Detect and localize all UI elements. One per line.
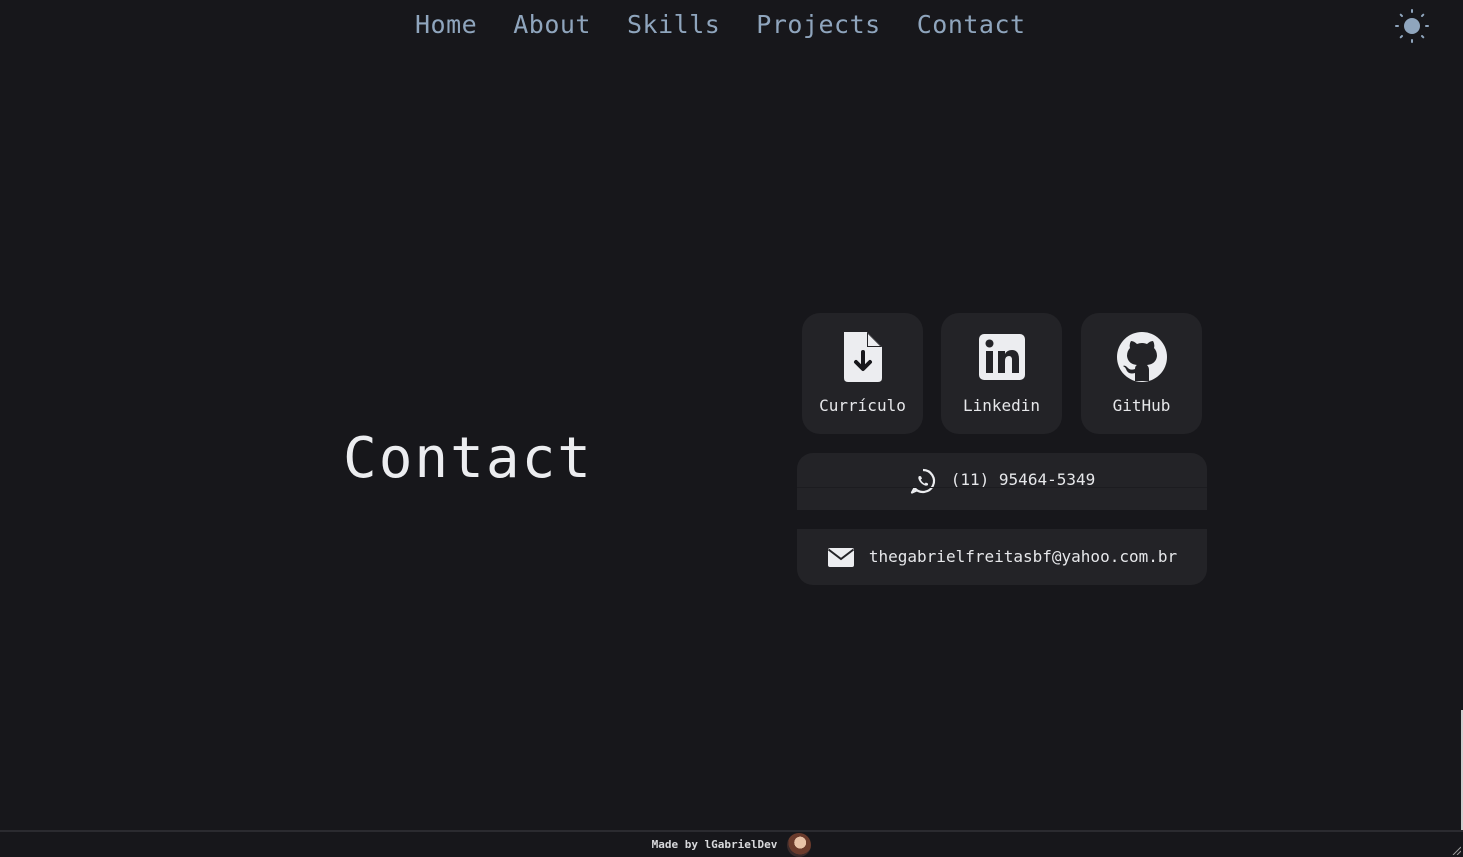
phone-number: (11) 95464-5349 bbox=[950, 469, 1096, 489]
curriculo-label: Currículo bbox=[819, 396, 906, 415]
linkedin-card[interactable]: Linkedin bbox=[941, 313, 1062, 434]
sun-icon bbox=[1395, 9, 1429, 43]
file-download-icon bbox=[837, 331, 889, 383]
nav-link-projects[interactable]: Projects bbox=[738, 8, 898, 42]
github-icon bbox=[1116, 331, 1168, 383]
whatsapp-row-content: (11) 95464-5349 bbox=[797, 452, 1207, 510]
envelope-icon bbox=[827, 548, 854, 567]
theme-toggle-button[interactable] bbox=[1394, 8, 1430, 44]
whatsapp-row[interactable]: (11) 95464-5349 bbox=[797, 453, 1207, 510]
avatar[interactable] bbox=[787, 832, 812, 857]
linkedin-icon bbox=[976, 331, 1028, 383]
curriculo-card[interactable]: Currículo bbox=[802, 313, 923, 434]
nav-links: Home About Skills Projects Contact bbox=[397, 8, 1044, 42]
nav-link-about[interactable]: About bbox=[495, 8, 609, 42]
email-row-content: thegabrielfreitasbf@yahoo.com.br bbox=[797, 529, 1207, 585]
nav-link-skills[interactable]: Skills bbox=[609, 8, 738, 42]
contact-heading: Contact bbox=[343, 426, 594, 491]
github-card[interactable]: GitHub bbox=[1081, 313, 1202, 434]
footer-credit: Made by lGabrielDev bbox=[651, 838, 778, 851]
github-label: GitHub bbox=[1112, 396, 1171, 415]
email-address: thegabrielfreitasbf@yahoo.com.br bbox=[868, 547, 1178, 566]
email-row[interactable]: thegabrielfreitasbf@yahoo.com.br bbox=[797, 529, 1207, 585]
whatsapp-icon bbox=[910, 468, 935, 494]
linkedin-label: Linkedin bbox=[962, 396, 1041, 415]
resize-grip-icon[interactable] bbox=[1451, 845, 1461, 855]
footer: Made by lGabrielDev bbox=[0, 832, 1463, 857]
nav-link-contact[interactable]: Contact bbox=[899, 8, 1044, 42]
page: Home About Skills Projects Contact Conta… bbox=[0, 0, 1463, 857]
nav-link-home[interactable]: Home bbox=[397, 8, 495, 42]
top-nav: Home About Skills Projects Contact bbox=[0, 0, 1463, 50]
